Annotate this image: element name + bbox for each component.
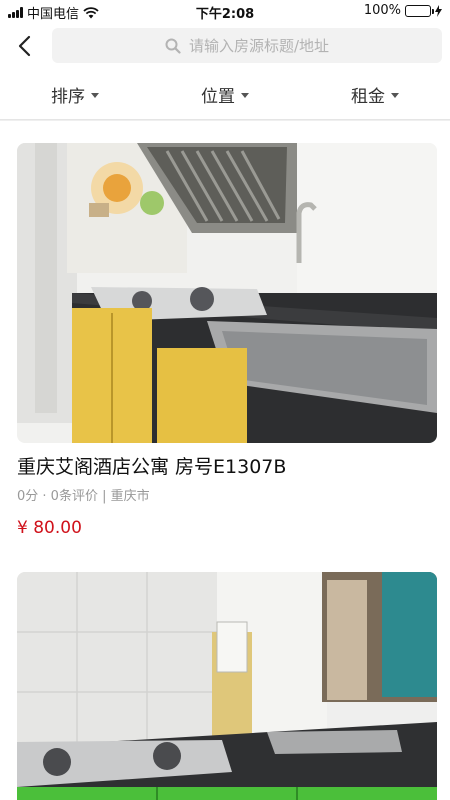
- filter-rent[interactable]: 租金: [300, 70, 450, 119]
- chevron-left-icon: [18, 35, 31, 57]
- status-bar: 中国电信 下午2:08 100%: [0, 0, 450, 22]
- filter-location-label: 位置: [201, 87, 235, 107]
- kitchen-photo: [17, 572, 437, 800]
- listing-title[interactable]: 重庆艾阁酒店公寓 房号E1307B: [17, 455, 437, 479]
- filter-location[interactable]: 位置: [150, 70, 300, 119]
- battery-icon: [405, 4, 434, 17]
- battery-percent: 100%: [363, 3, 401, 18]
- listing-price: ¥ 80.00: [17, 518, 82, 538]
- caret-down-icon: [391, 93, 399, 98]
- filter-sort-label: 排序: [51, 87, 85, 107]
- header: 请输入房源标题/地址: [0, 22, 450, 70]
- filter-bar: 排序 位置 租金: [0, 70, 450, 120]
- listing-card[interactable]: [17, 572, 437, 800]
- back-button[interactable]: [10, 30, 38, 62]
- listing-list: 重庆艾阁酒店公寓 房号E1307B 0分 · 0条评价 | 重庆市 ¥ 80.0…: [0, 121, 450, 800]
- listing-photo[interactable]: [17, 572, 437, 800]
- listing-card[interactable]: 重庆艾阁酒店公寓 房号E1307B 0分 · 0条评价 | 重庆市 ¥ 80.0…: [17, 143, 437, 538]
- caret-down-icon: [241, 93, 249, 98]
- listing-meta: 0分 · 0条评价 | 重庆市: [17, 489, 150, 504]
- filter-sort[interactable]: 排序: [0, 70, 150, 119]
- kitchen-photo: [17, 143, 437, 443]
- search-icon: [165, 38, 181, 54]
- caret-down-icon: [91, 93, 99, 98]
- charging-icon: [435, 4, 442, 17]
- search-input[interactable]: 请输入房源标题/地址: [52, 28, 442, 63]
- listing-photo[interactable]: [17, 143, 437, 443]
- filter-rent-label: 租金: [351, 87, 385, 107]
- search-placeholder: 请输入房源标题/地址: [188, 37, 330, 55]
